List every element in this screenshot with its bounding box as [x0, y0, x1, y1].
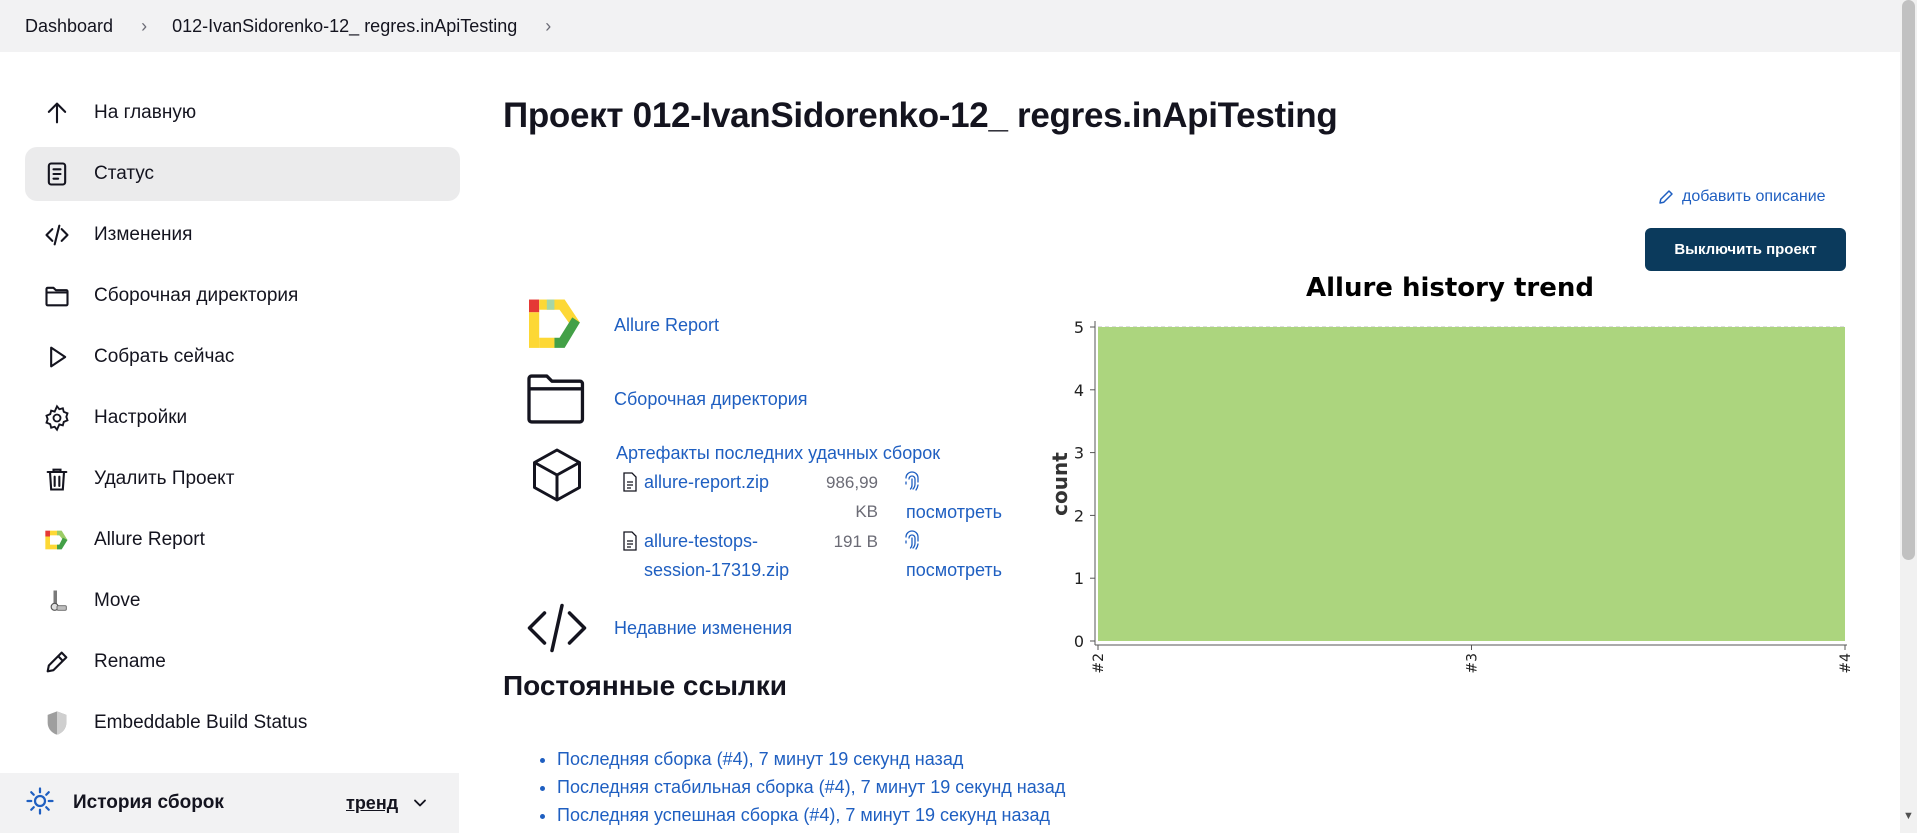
breadcrumb: Dashboard › 012-IvanSidorenko-12_ regres…	[0, 0, 1900, 52]
scroll-down-arrow-icon[interactable]: ▼	[1902, 810, 1915, 826]
build-history-bar: История сборок тренд	[0, 773, 459, 833]
breadcrumb-project[interactable]: 012-IvanSidorenko-12_ regres.inApiTestin…	[172, 16, 517, 37]
artifact-testops-session-zip[interactable]: allure-testops-	[644, 531, 758, 552]
x-tick-label: #2	[1091, 653, 1107, 674]
sidebar-item-label: На главную	[94, 102, 197, 123]
y-axis-label: count	[1048, 452, 1072, 516]
allure-icon	[42, 525, 72, 555]
recent-changes-row: Недавние изменения	[525, 596, 792, 660]
pencil-icon	[42, 647, 72, 677]
view-artifact-link[interactable]: посмотреть	[906, 560, 1002, 581]
move-icon	[42, 586, 72, 616]
y-tick-label: 1	[1074, 569, 1084, 588]
permalink-last-build[interactable]: Последняя сборка (#4), 7 минут 19 секунд…	[557, 749, 963, 769]
list-item: Последняя сборка (#4), 7 минут 19 секунд…	[557, 745, 1065, 773]
arrow-up-icon	[42, 98, 72, 128]
recent-changes-link[interactable]: Недавние изменения	[614, 618, 792, 639]
sidebar-item-label: Изменения	[94, 224, 193, 245]
sidebar-item-changes[interactable]: Изменения	[25, 208, 460, 262]
sidebar-item-settings[interactable]: Настройки	[25, 391, 460, 445]
code-icon	[42, 220, 72, 250]
trash-icon	[42, 464, 72, 494]
artifact-size: 986,99	[826, 473, 878, 492]
sidebar: На главную Статус Изменения Сборочная ди…	[25, 86, 460, 757]
y-tick-label: 0	[1074, 632, 1084, 651]
sidebar-item-label: Собрать сейчас	[94, 346, 235, 367]
folder-icon	[525, 367, 589, 431]
sidebar-item-label: Rename	[94, 651, 166, 672]
fingerprint-icon	[903, 529, 921, 556]
sidebar-item-status[interactable]: Статус	[25, 147, 460, 201]
artifacts-link[interactable]: Артефакты последних удачных сборок	[616, 443, 940, 464]
workspace-row: Сборочная директория	[525, 367, 808, 431]
allure-report-row: Allure Report	[525, 293, 719, 357]
permalink-last-successful-build[interactable]: Последняя успешная сборка (#4), 7 минут …	[557, 805, 1050, 825]
series-area	[1098, 327, 1845, 641]
chart-title: Allure history trend	[1306, 273, 1594, 303]
y-tick-label: 5	[1074, 318, 1084, 337]
play-icon	[42, 342, 72, 372]
sidebar-item-move[interactable]: Move	[25, 574, 460, 628]
pencil-icon	[1659, 190, 1673, 204]
sidebar-item-build-now[interactable]: Собрать сейчас	[25, 330, 460, 384]
artifact-size: 191 B	[833, 532, 878, 551]
sidebar-item-rename[interactable]: Rename	[25, 635, 460, 689]
add-description-label: добавить описание	[1682, 188, 1826, 205]
artifact-testops-session-zip-line2[interactable]: session-17319.zip	[644, 560, 789, 581]
sidebar-item-label: Move	[94, 590, 141, 611]
file-icon	[622, 472, 638, 497]
page-title: Проект 012-IvanSidorenko-12_ regres.inAp…	[503, 96, 1338, 135]
list-item: Последняя успешная сборка (#4), 7 минут …	[557, 801, 1065, 829]
allure-icon	[525, 293, 589, 357]
permalink-last-stable-build[interactable]: Последняя стабильная сборка (#4), 7 мину…	[557, 777, 1065, 797]
sidebar-item-label: Настройки	[94, 407, 188, 428]
y-tick-label: 4	[1074, 381, 1084, 400]
sidebar-item-label: Embeddable Build Status	[94, 712, 308, 733]
sidebar-item-label: Сборочная директория	[94, 285, 299, 306]
gear-icon	[42, 403, 72, 433]
build-history-title: История сборок	[73, 792, 224, 813]
sidebar-item-embeddable-status[interactable]: Embeddable Build Status	[25, 696, 460, 750]
chevron-down-icon[interactable]	[410, 793, 430, 818]
allure-trend-chart: Allure history trend 0 1 2 3 4 5 #2 #3 #4 count	[1040, 265, 1860, 695]
breadcrumb-dashboard[interactable]: Dashboard	[25, 16, 113, 37]
sidebar-item-label: Удалить Проект	[94, 468, 235, 489]
y-tick-label: 2	[1074, 506, 1084, 525]
allure-report-link[interactable]: Allure Report	[614, 315, 719, 336]
sidebar-item-label: Allure Report	[94, 529, 205, 550]
x-tick-label: #3	[1465, 653, 1481, 674]
package-icon	[525, 443, 589, 507]
workspace-link[interactable]: Сборочная директория	[614, 389, 808, 410]
trend-link[interactable]: тренд	[346, 793, 398, 814]
sidebar-item-home[interactable]: На главную	[25, 86, 460, 140]
sidebar-item-workspace[interactable]: Сборочная директория	[25, 269, 460, 323]
scrollbar-thumb[interactable]	[1902, 0, 1915, 560]
chart-svg: 0 1 2 3 4 5 #2 #3 #4 count	[1048, 318, 1854, 674]
code-icon	[525, 596, 589, 660]
sun-icon	[25, 786, 55, 821]
document-icon	[42, 159, 72, 189]
permalinks-list: Последняя сборка (#4), 7 минут 19 секунд…	[535, 745, 1065, 829]
permalinks-title: Постоянные ссылки	[503, 670, 788, 701]
sidebar-item-allure[interactable]: Allure Report	[25, 513, 460, 567]
chevron-right-icon[interactable]: ›	[545, 16, 551, 37]
shield-icon	[42, 708, 72, 738]
chevron-right-icon: ›	[141, 15, 148, 36]
sidebar-item-delete[interactable]: Удалить Проект	[25, 452, 460, 506]
file-icon	[622, 531, 638, 556]
artifact-allure-report-zip[interactable]: allure-report.zip	[644, 472, 769, 493]
x-tick-label: #4	[1838, 653, 1854, 674]
fingerprint-icon	[903, 470, 921, 497]
folder-icon	[42, 281, 72, 311]
view-artifact-link[interactable]: посмотреть	[906, 502, 1002, 523]
add-description-link[interactable]: добавить описание	[1657, 188, 1826, 206]
list-item: Последняя стабильная сборка (#4), 7 мину…	[557, 773, 1065, 801]
artifact-size-unit: KB	[855, 502, 878, 521]
y-tick-label: 3	[1074, 444, 1084, 463]
sidebar-item-label: Статус	[94, 163, 155, 184]
